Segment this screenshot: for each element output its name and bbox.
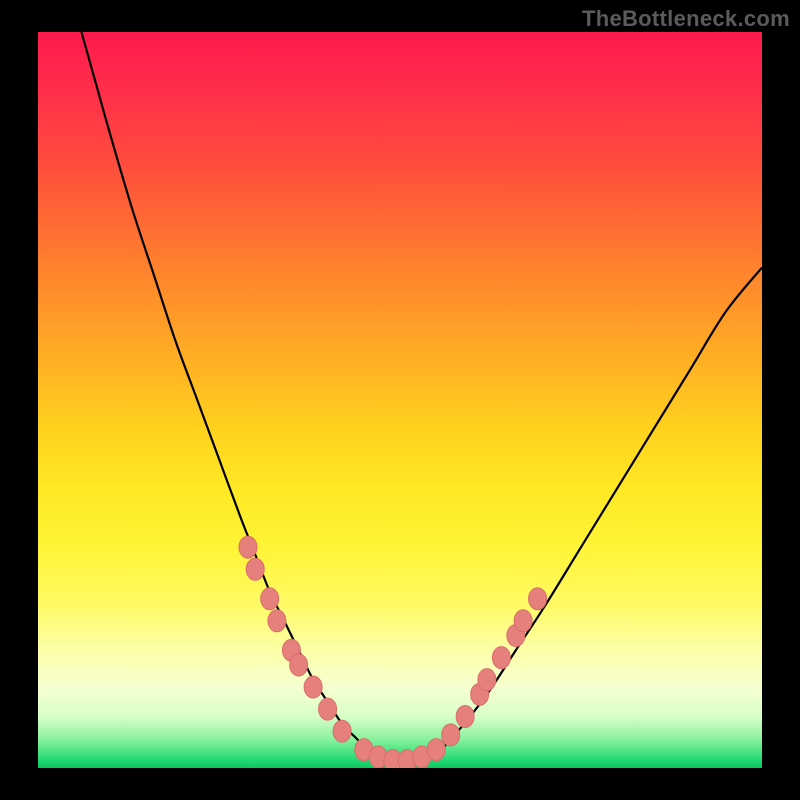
curve-marker bbox=[261, 588, 279, 610]
curve-marker bbox=[246, 558, 264, 580]
curve-marker bbox=[456, 705, 474, 727]
curve-marker bbox=[442, 724, 460, 746]
curve-marker bbox=[427, 739, 445, 761]
bottleneck-curve bbox=[81, 32, 762, 761]
outer-frame: TheBottleneck.com bbox=[0, 0, 800, 800]
watermark-text: TheBottleneck.com bbox=[582, 6, 790, 32]
curve-layer bbox=[38, 32, 762, 768]
curve-marker bbox=[319, 698, 337, 720]
plot-area bbox=[38, 32, 762, 768]
curve-marker bbox=[290, 654, 308, 676]
curve-markers bbox=[239, 536, 547, 768]
curve-marker bbox=[268, 610, 286, 632]
curve-marker bbox=[333, 720, 351, 742]
curve-marker bbox=[492, 647, 510, 669]
curve-marker bbox=[478, 669, 496, 691]
curve-marker bbox=[239, 536, 257, 558]
curve-marker bbox=[304, 676, 322, 698]
curve-marker bbox=[529, 588, 547, 610]
curve-marker bbox=[514, 610, 532, 632]
